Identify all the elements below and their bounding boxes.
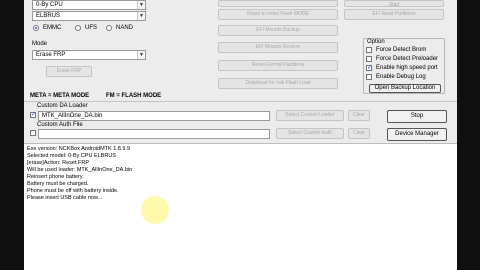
checkbox-icon [366,74,372,80]
options-heading: Option [367,39,385,45]
custom-da-checkbox[interactable]: ✓ [30,112,36,118]
option-label: Enable Debug Log [376,74,426,80]
right-action-button-0[interactable]: Start [344,0,444,8]
device-manager-button[interactable]: Device Manager [387,128,447,141]
storage-emmc-label: EMMC [43,25,62,31]
option-force-detect-brom[interactable]: Force Detect Brom [366,47,444,55]
top-action-button-0[interactable] [218,0,338,7]
log-line: Battery must be charged. [27,181,89,187]
storage-nand-label: NAND [116,25,134,31]
custom-auth-heading: Custom Auth File [37,122,83,128]
chevron-down-icon: ▼ [137,1,145,9]
options-group: Option Force Detect Brom Force Detect Pr… [363,38,445,94]
checkbox-checked-icon: ✓ [366,65,373,71]
top-action-button-5[interactable]: Download for mtk Flash Load [218,78,338,89]
option-label: Force Detect Preloader [376,56,439,62]
top-action-button-1[interactable]: Reset to Initial Flash MODE [218,9,338,20]
top-action-button-3[interactable]: EFI Mounts Restore [218,42,338,53]
custom-auth-path-field[interactable] [38,129,270,139]
top-action-button-4[interactable]: Reset Format Partitions [218,60,338,71]
option-label: Force Detect Brom [376,47,427,53]
model-select-value: 0-By CPU [36,2,63,8]
option-enable-high-speed-port[interactable]: ✓ Enable high speed port [366,65,444,73]
option-force-detect-preloader[interactable]: Force Detect Preloader [366,56,444,64]
tool-window: 0-By CPU ▼ ELBRUS ▼ EMMC UFS NAND Mode E… [24,0,457,270]
stop-button[interactable]: Stop [387,110,447,123]
log-panel: Exe version: NCKBox AndroidMTK 1.8.9.9 S… [24,143,457,270]
custom-da-path-field[interactable]: MTK_AllInOne_DA.bin [38,111,270,121]
model-select[interactable]: 0-By CPU ▼ [32,0,146,10]
chevron-down-icon: ▼ [137,51,145,59]
erase-frp-button[interactable]: Erase FRP [46,66,92,77]
mode-select-value: Erase FRP [36,52,66,58]
radio-indicator [33,25,39,31]
radio-indicator [106,25,112,31]
flash-mode-legend: FM = FLASH MODE [106,93,162,99]
clear-auth-button[interactable]: Clear [348,128,370,139]
custom-da-heading: Custom DA Loader [37,103,88,109]
log-line: Selected model: 0-By CPU ELBRUS [27,153,116,159]
chip-select-value: ELBRUS [36,13,61,19]
open-backup-location-button[interactable]: Open Backup Location [369,84,441,93]
checkbox-icon [366,56,372,62]
option-enable-debug-log[interactable]: Enable Debug Log [366,74,444,82]
custom-auth-checkbox[interactable] [30,130,36,136]
log-line: Please insert USB cable now... [27,195,103,201]
storage-ufs-label: UFS [85,25,97,31]
meta-mode-legend: META = META MODE [30,93,90,99]
mode-heading: Mode [32,41,48,47]
select-custom-loader-button[interactable]: Select Custom Loader [276,110,344,121]
chevron-down-icon: ▼ [137,12,145,20]
storage-ufs-radio[interactable]: UFS [75,24,105,32]
chip-select[interactable]: ELBRUS ▼ [32,11,146,21]
top-action-button-2[interactable]: EFI Mounts Backup [218,25,338,36]
mode-select[interactable]: Erase FRP ▼ [32,50,146,60]
log-line: Reinsert phone battery. [27,174,84,180]
select-custom-auth-button[interactable]: Select Custom Auth [276,128,344,139]
cursor-highlight [141,196,169,224]
radio-indicator [75,25,81,31]
clear-da-button[interactable]: Clear [348,110,370,121]
right-dark-border [457,0,480,270]
storage-nand-radio[interactable]: NAND [106,24,140,32]
log-line: Will be used loader: MTK_AllInOne_DA.bin [27,167,133,173]
log-line: Phone must be off with battery inside. [27,188,119,194]
option-label: Enable high speed port [376,65,438,71]
left-dark-border [0,0,24,270]
checkbox-icon [366,47,372,53]
log-line: [erase]Action: Reset FRP [27,160,90,166]
right-action-button-1[interactable]: EFI Read Partitions [344,9,444,20]
log-line: Exe version: NCKBox AndroidMTK 1.8.9.9 [27,146,131,152]
custom-da-path-value: MTK_AllInOne_DA.bin [42,113,103,119]
divider [24,101,457,102]
storage-emmc-radio[interactable]: EMMC [33,24,69,32]
